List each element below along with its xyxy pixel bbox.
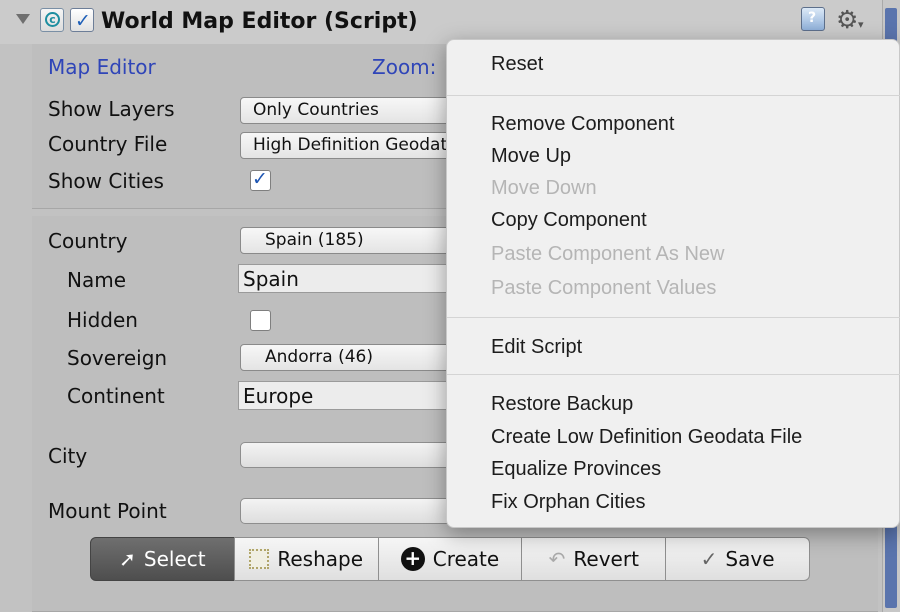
continent-label: Continent: [67, 384, 165, 408]
menu-item-paste-values: Paste Component Values: [491, 277, 717, 299]
select-label: Select: [143, 547, 206, 571]
help-icon[interactable]: ?: [801, 7, 825, 31]
component-context-menu: Reset Remove Component Move Up Move Down…: [446, 39, 900, 528]
menu-divider: [447, 317, 900, 318]
gear-icon[interactable]: ⚙: [836, 5, 858, 34]
script-icon: c: [40, 8, 64, 32]
menu-item-move-up[interactable]: Move Up: [491, 145, 571, 168]
menu-item-create-low-def[interactable]: Create Low Definition Geodata File: [491, 426, 802, 449]
hidden-label: Hidden: [67, 308, 138, 332]
menu-item-equalize-provinces[interactable]: Equalize Provinces: [491, 458, 661, 481]
component-enabled-checkbox[interactable]: ✓: [70, 8, 94, 32]
country-file-label: Country File: [48, 132, 168, 156]
menu-item-move-down: Move Down: [491, 177, 597, 199]
reshape-icon: [249, 549, 270, 569]
menu-item-fix-orphan-cities[interactable]: Fix Orphan Cities: [491, 491, 646, 514]
edit-mode-toolbar: ➚ Select Reshape + Create ↶ Revert ✓ Sav…: [90, 537, 810, 581]
reshape-label: Reshape: [277, 547, 364, 571]
revert-label: Revert: [573, 547, 639, 571]
cursor-icon: ➚: [119, 547, 136, 571]
show-layers-label: Show Layers: [48, 97, 175, 121]
create-label: Create: [432, 547, 500, 571]
checkmark-icon: ✓: [700, 547, 718, 571]
zoom-label: Zoom:: [372, 55, 437, 79]
hidden-checkbox[interactable]: [250, 310, 271, 331]
undo-arrow-icon: ↶: [548, 547, 566, 571]
menu-item-edit-script[interactable]: Edit Script: [491, 336, 582, 359]
menu-divider: [447, 95, 900, 96]
menu-item-paste-as-new: Paste Component As New: [491, 243, 725, 265]
revert-button[interactable]: ↶ Revert: [521, 537, 667, 581]
plus-circle-icon: +: [400, 547, 425, 571]
save-label: Save: [725, 547, 775, 571]
create-button[interactable]: + Create: [377, 537, 523, 581]
mount-point-label: Mount Point: [48, 499, 167, 523]
reshape-button[interactable]: Reshape: [233, 537, 379, 581]
menu-item-restore-backup[interactable]: Restore Backup: [491, 393, 633, 416]
save-button[interactable]: ✓ Save: [665, 537, 810, 581]
show-cities-checkbox[interactable]: ✓: [250, 168, 271, 191]
select-button[interactable]: ➚ Select: [90, 537, 235, 581]
menu-item-copy-component[interactable]: Copy Component: [491, 209, 647, 232]
menu-item-remove-component[interactable]: Remove Component: [491, 113, 674, 136]
chevron-down-icon: ▾: [858, 18, 864, 31]
component-title: World Map Editor (Script): [101, 9, 418, 34]
sovereign-label: Sovereign: [67, 346, 168, 370]
map-editor-heading: Map Editor: [48, 55, 156, 79]
component-header: c ✓ World Map Editor (Script) ? ⚙ ▾: [0, 0, 900, 44]
name-label: Name: [67, 268, 127, 292]
show-cities-label: Show Cities: [48, 169, 164, 193]
foldout-arrow-icon[interactable]: [16, 14, 30, 24]
menu-divider: [447, 374, 900, 375]
city-label: City: [48, 444, 88, 468]
country-label: Country: [48, 229, 128, 253]
menu-item-reset[interactable]: Reset: [491, 53, 543, 76]
